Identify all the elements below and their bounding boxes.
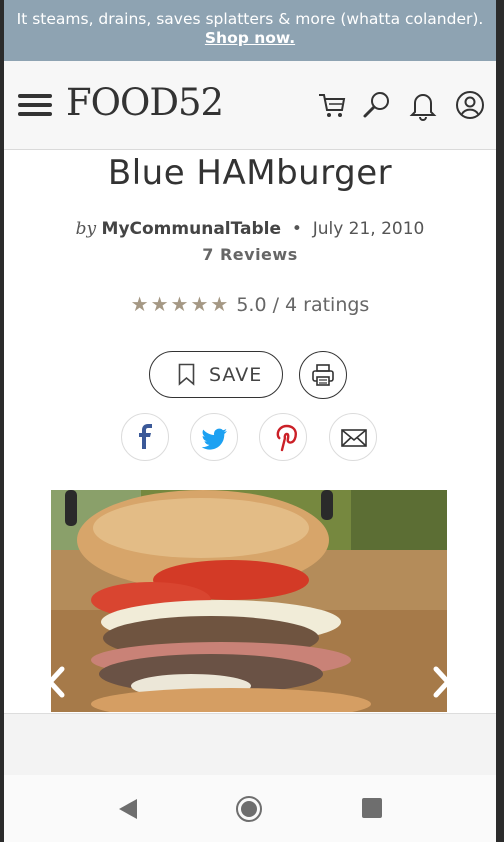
recipe-date: July 21, 2010 [312, 219, 425, 239]
byline-by: by [75, 219, 97, 239]
save-label: SAVE [209, 364, 263, 386]
menu-icon[interactable] [18, 94, 52, 116]
star-rating-icon: ★★★★★ [130, 292, 231, 316]
bottom-panel [4, 713, 496, 776]
home-icon[interactable] [235, 795, 263, 823]
site-logo[interactable]: FOOD52 [66, 81, 224, 124]
facebook-icon [139, 424, 152, 449]
twitter-icon [201, 428, 227, 450]
share-facebook-button[interactable] [121, 413, 169, 461]
back-icon[interactable] [117, 797, 139, 821]
byline-separator: • [291, 219, 302, 239]
share-twitter-button[interactable] [190, 413, 238, 461]
account-icon[interactable] [454, 89, 486, 121]
promo-text: It steams, drains, saves splatters & mor… [16, 10, 484, 28]
printer-icon [312, 364, 334, 386]
author-link[interactable]: MyCommunalTable [102, 219, 282, 239]
print-button[interactable] [299, 351, 347, 399]
burger-image [51, 490, 447, 712]
recents-icon[interactable] [361, 797, 383, 819]
recipe-photo[interactable] [51, 490, 447, 712]
share-pinterest-button[interactable] [259, 413, 307, 461]
promo-shop-link[interactable]: Shop now. [205, 29, 295, 47]
bell-icon[interactable] [407, 89, 439, 121]
search-icon[interactable] [361, 89, 393, 121]
share-email-button[interactable] [329, 413, 377, 461]
reviews-link[interactable]: 7 Reviews [4, 245, 496, 264]
recipe-title: Blue HAMburger [107, 153, 393, 193]
cart-icon[interactable] [316, 89, 348, 121]
carousel-prev-icon[interactable] [44, 665, 68, 699]
android-nav-bar [4, 775, 496, 842]
pinterest-icon [276, 424, 298, 452]
rating-row[interactable]: ★★★★★ 5.0 / 4 ratings [4, 292, 496, 316]
screen: It steams, drains, saves splatters & mor… [4, 0, 496, 842]
email-icon [341, 429, 367, 447]
rating-text: 5.0 / 4 ratings [236, 294, 370, 316]
byline: by MyCommunalTable • July 21, 2010 [4, 219, 496, 239]
save-button[interactable]: SAVE [149, 351, 283, 398]
carousel-next-icon[interactable] [430, 665, 454, 699]
site-header: FOOD52 [4, 61, 496, 150]
bookmark-icon [178, 363, 195, 386]
promo-banner[interactable]: It steams, drains, saves splatters & mor… [4, 0, 496, 61]
